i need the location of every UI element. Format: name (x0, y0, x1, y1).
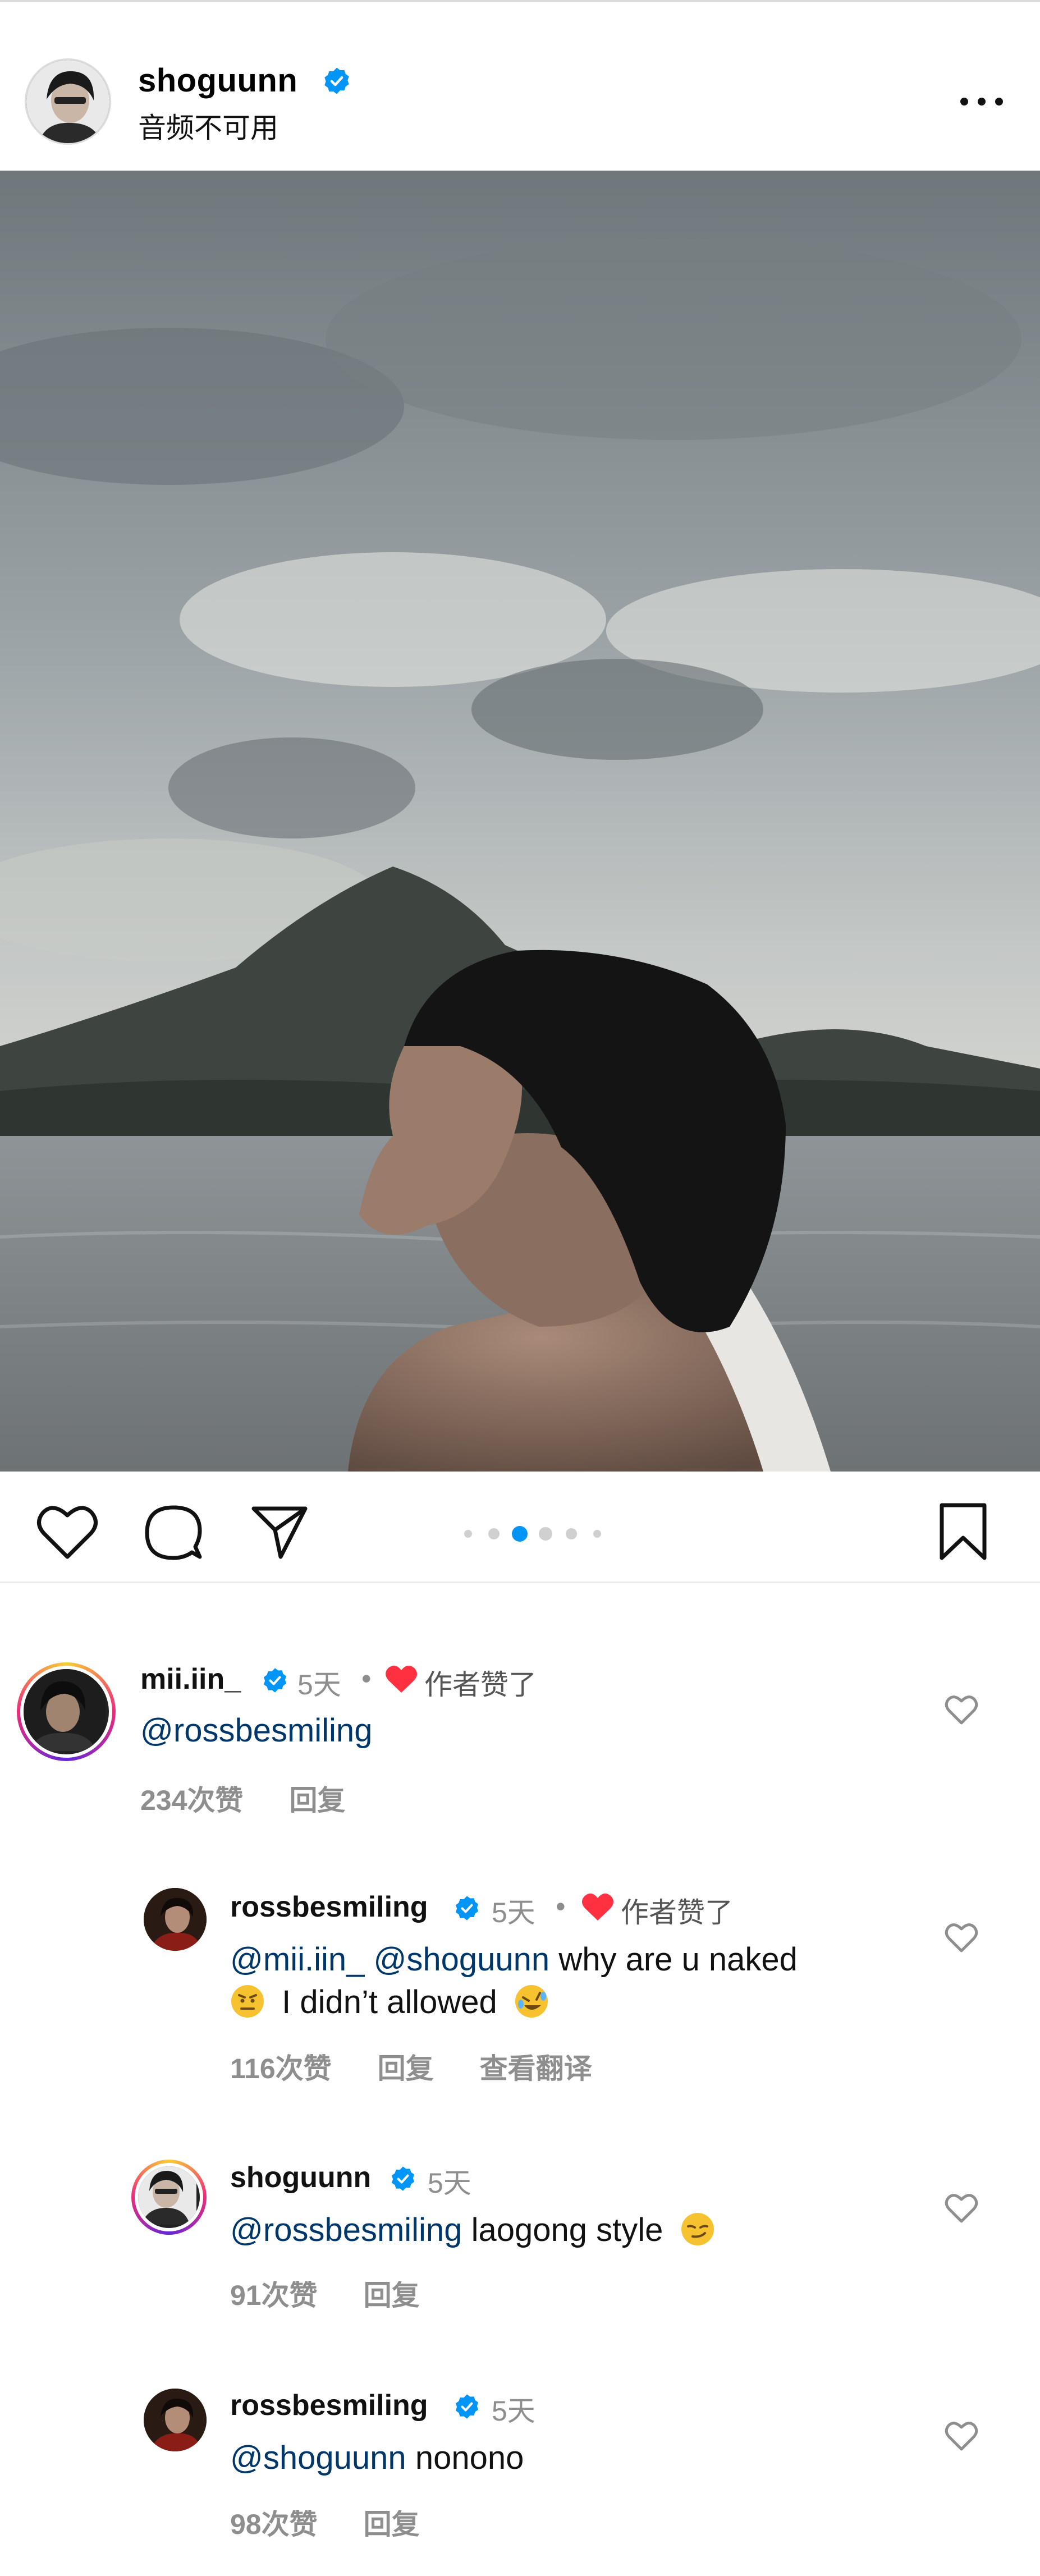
comment-mention[interactable]: @shoguunn (230, 2440, 406, 2476)
bookmark-icon[interactable] (937, 1502, 989, 1562)
comment-mention[interactable]: @rossbesmiling (230, 2212, 462, 2248)
audio-status: 音频不可用 (138, 112, 278, 144)
carousel-dot (593, 1530, 601, 1538)
comment-footer: 234次赞 回复 (140, 1778, 391, 1818)
meta-separator: • (556, 1891, 566, 1922)
comment-like-icon[interactable] (944, 2420, 979, 2453)
avatar[interactable] (144, 1888, 207, 1951)
comment-time: 5天 (492, 2395, 535, 2427)
top-divider (0, 0, 1040, 2)
comment-text: I didn’t allowed (282, 1984, 497, 2020)
reply-button[interactable]: 回复 (364, 2280, 420, 2311)
post-header: shoguunn 音频不可用 (0, 34, 1040, 168)
author-avatar[interactable] (25, 58, 111, 145)
author-username[interactable]: shoguunn (138, 62, 297, 99)
share-icon[interactable] (250, 1504, 309, 1560)
section-divider (0, 1582, 1040, 1583)
verified-icon (390, 2165, 416, 2192)
like-count[interactable]: 98次赞 (230, 2509, 318, 2540)
comment-text: laogong style (471, 2212, 663, 2248)
reply-button[interactable]: 回复 (364, 2509, 420, 2540)
comment-username[interactable]: shoguunn (230, 2161, 371, 2194)
liked-by-author: 作者赞了 (621, 1897, 733, 1928)
meta-separator: • (361, 1663, 372, 1694)
comment-text: nonono (415, 2440, 524, 2476)
rolling-laughing-emoji-icon (514, 1984, 549, 2019)
verified-icon (453, 2393, 480, 2420)
comment-text-line: @shoguunn nonono (230, 2437, 524, 2479)
comment-footer: 91次赞 回复 (230, 2273, 466, 2313)
verified-icon (262, 1667, 288, 1694)
comment-like-icon[interactable] (944, 2192, 979, 2225)
avatar-story-ring[interactable] (131, 2160, 207, 2235)
comment-mention[interactable]: @shoguunn (374, 1941, 550, 1978)
comment-text-line1: @mii.iin_ @shoguunn why are u naked (230, 1938, 798, 1981)
avatar (24, 1669, 109, 1754)
carousel-dot (566, 1528, 577, 1539)
comment-like-icon[interactable] (944, 1694, 979, 1726)
comment-footer: 116次赞 回复 查看翻译 (230, 2046, 638, 2087)
more-icon[interactable] (956, 88, 1007, 116)
reply-button[interactable]: 回复 (378, 2053, 434, 2084)
comment-username[interactable]: mii.iin_ (140, 1662, 241, 1696)
reply-button[interactable]: 回复 (289, 1785, 345, 1816)
like-icon[interactable] (36, 1503, 99, 1561)
smirk-emoji-icon (680, 2212, 715, 2247)
comment-username[interactable]: rossbesmiling (230, 1890, 428, 1924)
like-count[interactable]: 91次赞 (230, 2280, 318, 2311)
carousel-dot (488, 1528, 500, 1539)
liked-by-author: 作者赞了 (424, 1669, 537, 1700)
heart-filled-icon (385, 1665, 418, 1694)
comment-icon[interactable] (144, 1503, 203, 1562)
comment-username[interactable]: rossbesmiling (230, 2389, 428, 2422)
comment-mention[interactable]: @rossbesmiling (140, 1709, 372, 1752)
verified-icon (453, 1895, 480, 1922)
like-count[interactable]: 234次赞 (140, 1785, 243, 1816)
carousel-indicator (460, 1525, 606, 1545)
verified-icon (322, 66, 351, 95)
post-photo[interactable] (0, 171, 1040, 1472)
carousel-dot (464, 1530, 472, 1538)
comment-time: 5天 (492, 1897, 535, 1928)
carousel-dot (512, 1526, 528, 1542)
comment-text-line: @rossbesmiling laogong style (230, 2209, 715, 2252)
comment-text: why are u naked (558, 1941, 798, 1978)
comment-time: 5天 (428, 2167, 471, 2199)
avatar (138, 2166, 200, 2228)
carousel-dot (539, 1527, 552, 1541)
translate-button[interactable]: 查看翻译 (480, 2053, 592, 2084)
comment-like-icon[interactable] (944, 1922, 979, 1954)
heart-filled-icon (581, 1892, 614, 1922)
raised-eyebrow-emoji-icon (230, 1984, 265, 2019)
avatar[interactable] (144, 2389, 207, 2451)
comment-footer: 98次赞 回复 (230, 2502, 466, 2542)
comment-time: 5天 (297, 1669, 341, 1700)
comment-mention[interactable]: @mii.iin_ (230, 1941, 364, 1978)
comment-text-line2: I didn’t allowed (230, 1981, 549, 2024)
like-count[interactable]: 116次赞 (230, 2053, 332, 2084)
avatar-story-ring[interactable] (17, 1662, 116, 1761)
